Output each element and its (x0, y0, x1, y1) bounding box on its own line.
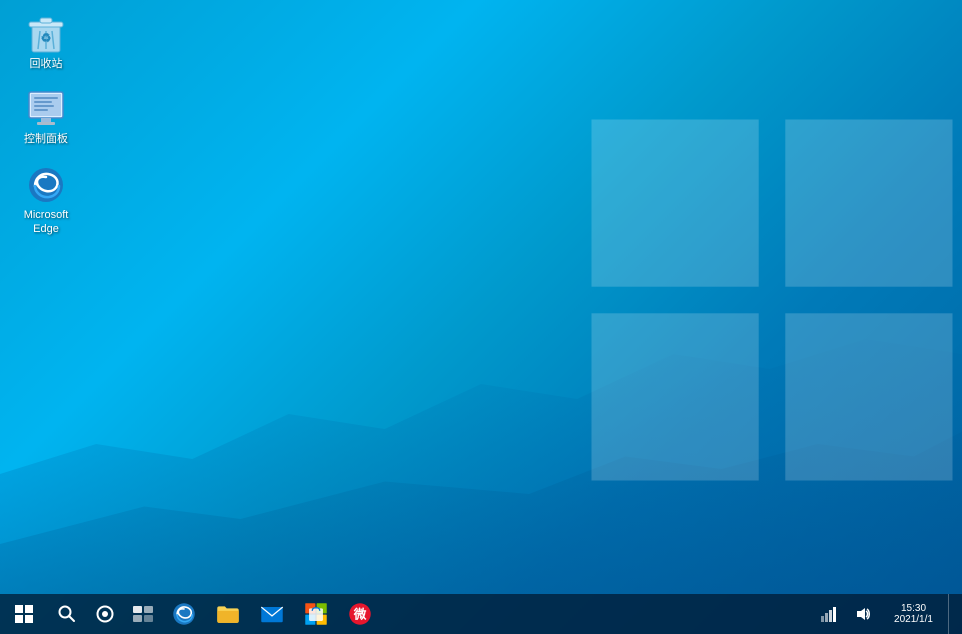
taskbar-weibo[interactable]: 微 (338, 594, 382, 634)
tray-time: 15:30 (901, 603, 926, 614)
tray-date: 2021/1/1 (894, 614, 933, 625)
control-panel-label: 控制面板 (24, 132, 68, 146)
desktop-icon-edge[interactable]: Microsoft Edge (10, 161, 82, 241)
edge-label: Microsoft Edge (14, 208, 78, 237)
recycle-bin-icon-img: ♻ (26, 14, 66, 54)
taskbar-edge[interactable] (162, 594, 206, 634)
start-button[interactable] (0, 594, 48, 634)
desktop-icons-container: ♻ 回收站 (10, 10, 82, 240)
control-panel-icon-img (26, 89, 66, 129)
svg-text:♻: ♻ (41, 31, 52, 45)
network-tray-icon[interactable] (813, 594, 845, 634)
volume-tray-icon[interactable] (847, 594, 879, 634)
windows-logo-watermark (582, 20, 962, 580)
desktop: ♻ 回收站 (0, 0, 962, 634)
search-button[interactable] (48, 594, 86, 634)
taskbar-mail[interactable] (250, 594, 294, 634)
svg-text:微: 微 (353, 606, 367, 621)
desktop-icon-recycle-bin[interactable]: ♻ 回收站 (10, 10, 82, 75)
tray-clock[interactable]: 15:30 2021/1/1 (881, 594, 946, 634)
task-view-button[interactable] (124, 594, 162, 634)
recycle-bin-label: 回收站 (30, 57, 63, 71)
cortana-button[interactable] (86, 594, 124, 634)
show-desktop-button[interactable] (948, 594, 954, 634)
taskbar-file-explorer[interactable] (206, 594, 250, 634)
edge-icon-img (26, 165, 66, 205)
taskbar: 微 (0, 594, 962, 634)
taskbar-tray: 15:30 2021/1/1 (813, 594, 962, 634)
taskbar-store[interactable] (294, 594, 338, 634)
taskbar-pinned-apps: 微 (162, 594, 382, 634)
desktop-icon-control-panel[interactable]: 控制面板 (10, 85, 82, 150)
